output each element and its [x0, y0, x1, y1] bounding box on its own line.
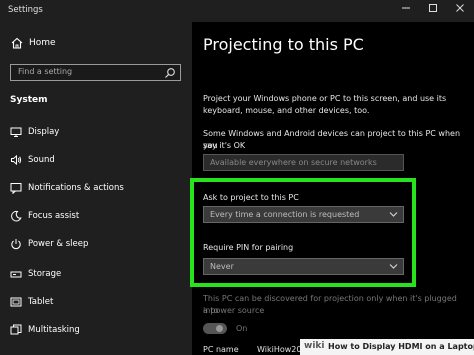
discover-text-line2: a power source: [203, 306, 265, 315]
toggle-label: On: [236, 324, 248, 333]
availability-value: Available everywhere on secure networks: [210, 158, 377, 167]
section-heading: System: [10, 95, 48, 105]
window-title: Settings: [8, 5, 43, 15]
maximize-button[interactable]: [425, 3, 441, 17]
search-icon[interactable]: [164, 67, 176, 79]
toggle-knob: [216, 325, 223, 332]
sidebar-item-focus-assist[interactable]: Focus assist: [0, 207, 192, 227]
sidebar-home-label: Home: [29, 38, 56, 48]
sidebar-item-label: Power & sleep: [28, 239, 89, 249]
monitor-icon: [10, 127, 22, 137]
watermark-caption-text: How to Display HDMI on a Laptop: [328, 342, 474, 351]
maximize-icon: [429, 4, 437, 12]
sidebar-item-power-sleep[interactable]: Power & sleep: [0, 235, 192, 255]
sidebar-item-storage[interactable]: Storage: [0, 265, 192, 285]
sidebar-item-label: Tablet: [28, 297, 54, 307]
minimize-icon: [402, 7, 410, 9]
sidebar-item-display[interactable]: Display: [0, 123, 192, 143]
storage-icon: [10, 271, 22, 278]
sidebar-item-label: Notifications & actions: [28, 183, 124, 193]
notification-icon: [10, 183, 22, 194]
tablet-icon: [10, 297, 22, 307]
sidebar-item-label: Display: [28, 127, 60, 137]
power-source-toggle[interactable]: [203, 323, 227, 334]
sidebar-item-home[interactable]: Home: [10, 36, 180, 52]
close-icon: [456, 4, 464, 12]
sidebar-item-tablet[interactable]: Tablet: [0, 293, 192, 313]
power-icon: [11, 239, 21, 250]
minimize-button[interactable]: [398, 3, 414, 17]
sidebar: Home Find a setting System Display Sound…: [0, 22, 192, 355]
pc-name-label: PC name: [203, 345, 239, 354]
home-icon: [11, 37, 23, 49]
support-text-line2: say it's OK: [203, 141, 246, 150]
highlight-box: [190, 178, 416, 287]
sidebar-item-label: Storage: [28, 269, 62, 279]
search-placeholder: Find a setting: [18, 67, 73, 76]
sidebar-item-notifications[interactable]: Notifications & actions: [0, 179, 192, 199]
sidebar-item-multitasking[interactable]: Multitasking: [0, 321, 192, 341]
intro-text-line2: keyboard, mouse, and other devices, too.: [203, 106, 370, 115]
sidebar-item-label: Focus assist: [28, 211, 80, 221]
multitasking-icon: [10, 324, 22, 335]
close-button[interactable]: [452, 3, 468, 17]
availability-dropdown[interactable]: Available everywhere on secure networks: [203, 154, 404, 171]
speaker-icon: [11, 154, 22, 166]
moon-icon: [11, 210, 22, 222]
sidebar-item-sound[interactable]: Sound: [0, 151, 192, 171]
search-input[interactable]: Find a setting: [10, 64, 181, 81]
sidebar-item-label: Sound: [28, 155, 55, 165]
title-bar: Settings: [0, 0, 474, 22]
sidebar-item-label: Multitasking: [28, 325, 80, 335]
watermark-caption: wiki How to Display HDMI on a Laptop: [300, 339, 474, 355]
intro-text-line1: Project your Windows phone or PC to this…: [203, 94, 447, 103]
watermark-brand: wiki: [304, 341, 325, 351]
page-title: Projecting to this PC: [203, 35, 364, 54]
